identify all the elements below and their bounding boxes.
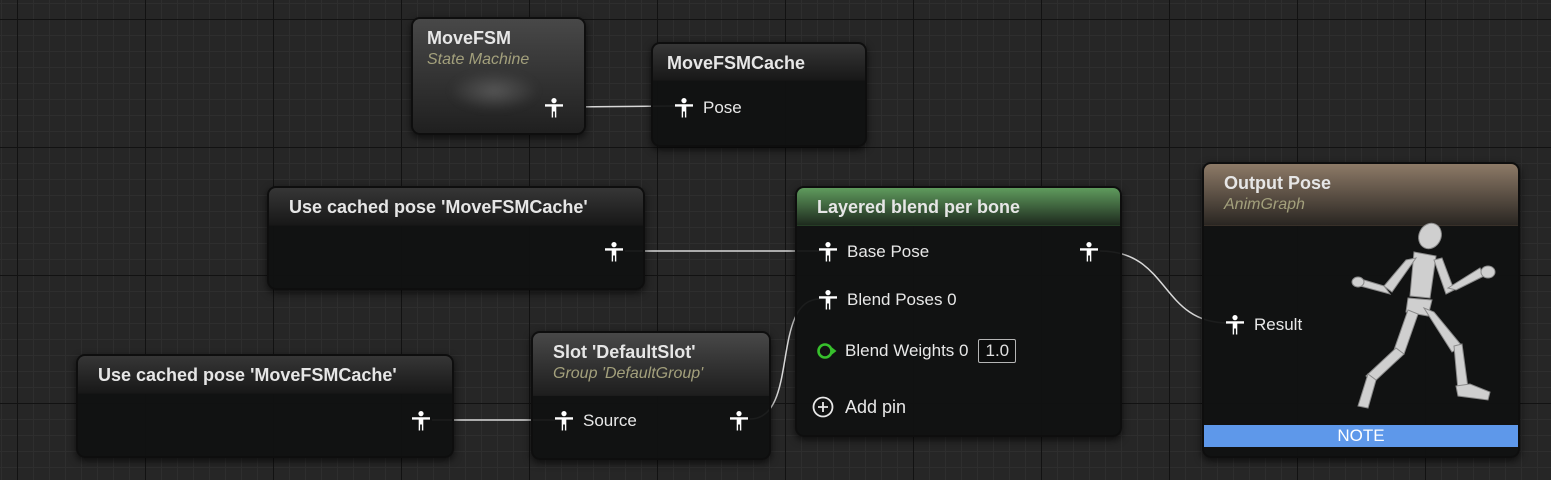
pose-pin-icon [1224, 314, 1246, 336]
blend-weights-input-pin[interactable]: Blend Weights 0 1.0 [816, 339, 1017, 363]
anim-graph-canvas[interactable]: MoveFSM State Machine MoveFSMCache Pose … [0, 0, 1551, 480]
pose-pin-icon [728, 410, 750, 432]
node-title: Layered blend per bone [817, 197, 1021, 217]
pose-pin-icon [603, 241, 625, 263]
blend-poses-input-pin[interactable]: Blend Poses 0 [817, 289, 957, 311]
node-header: Output Pose AnimGraph [1204, 164, 1518, 226]
node-use-cached-pose-2[interactable]: Use cached pose 'MoveFSMCache' [76, 354, 454, 458]
node-title: MoveFSM [427, 28, 512, 48]
add-pin-icon [812, 396, 834, 418]
pin-label: Pose [703, 98, 742, 117]
node-header: MoveFSMCache [653, 44, 865, 81]
pose-pin-icon [817, 289, 839, 311]
pose-pin-icon [410, 410, 432, 432]
node-title: Use cached pose 'MoveFSMCache' [98, 365, 397, 385]
node-title: Use cached pose 'MoveFSMCache' [289, 197, 588, 217]
base-pose-input-pin[interactable]: Base Pose [817, 241, 929, 263]
pin-label: Source [583, 411, 637, 430]
pose-output-pin[interactable] [1078, 241, 1100, 263]
pose-pin-icon [543, 97, 565, 119]
node-header: Layered blend per bone [797, 188, 1120, 226]
note-bar[interactable]: NOTE [1204, 425, 1518, 447]
pose-output-pin[interactable] [603, 241, 625, 263]
pose-output-pin[interactable] [543, 97, 565, 119]
pose-pin-icon [553, 410, 575, 432]
add-pin-label: Add pin [845, 396, 907, 417]
node-header: Use cached pose 'MoveFSMCache' [269, 188, 643, 226]
pose-pin-icon [1078, 241, 1100, 263]
pose-output-pin[interactable] [728, 410, 750, 432]
node-subtitle: AnimGraph [1224, 196, 1305, 213]
result-input-pin[interactable]: Result [1224, 314, 1302, 336]
pin-label: Base Pose [847, 242, 930, 261]
node-subtitle: Group 'DefaultGroup' [553, 365, 704, 382]
pose-pin-icon [817, 241, 839, 263]
add-pin-button[interactable]: Add pin [812, 396, 906, 418]
node-title: Slot 'DefaultSlot' [553, 342, 696, 362]
pose-output-pin[interactable] [410, 410, 432, 432]
float-pin-icon [816, 340, 838, 362]
pin-label: Blend Weights 0 [845, 341, 969, 360]
node-move-fsm-cache[interactable]: MoveFSMCache Pose [651, 42, 867, 147]
node-move-fsm[interactable]: MoveFSM State Machine [411, 17, 586, 135]
node-use-cached-pose-1[interactable]: Use cached pose 'MoveFSMCache' [267, 186, 645, 290]
node-header: Use cached pose 'MoveFSMCache' [78, 356, 452, 394]
node-layered-blend-per-bone[interactable]: Layered blend per bone Base Pose Blend P… [795, 186, 1122, 437]
pin-label: Result [1254, 315, 1303, 334]
node-slot[interactable]: Slot 'DefaultSlot' Group 'DefaultGroup' … [531, 331, 771, 460]
pin-label: Blend Poses 0 [847, 290, 957, 309]
node-title: Output Pose [1224, 173, 1331, 193]
node-output-pose[interactable]: Output Pose AnimGraph Result NOTE [1202, 162, 1520, 458]
mannequin-preview [1351, 222, 1496, 409]
blend-weights-value-input[interactable]: 1.0 [978, 339, 1017, 363]
pose-input-pin[interactable]: Pose [673, 97, 742, 119]
state-machine-thumbnail [449, 71, 539, 111]
pose-pin-icon [673, 97, 695, 119]
node-subtitle: State Machine [427, 51, 530, 68]
node-header: Slot 'DefaultSlot' Group 'DefaultGroup' [533, 333, 769, 396]
node-title: MoveFSMCache [667, 53, 806, 73]
source-input-pin[interactable]: Source [553, 410, 637, 432]
